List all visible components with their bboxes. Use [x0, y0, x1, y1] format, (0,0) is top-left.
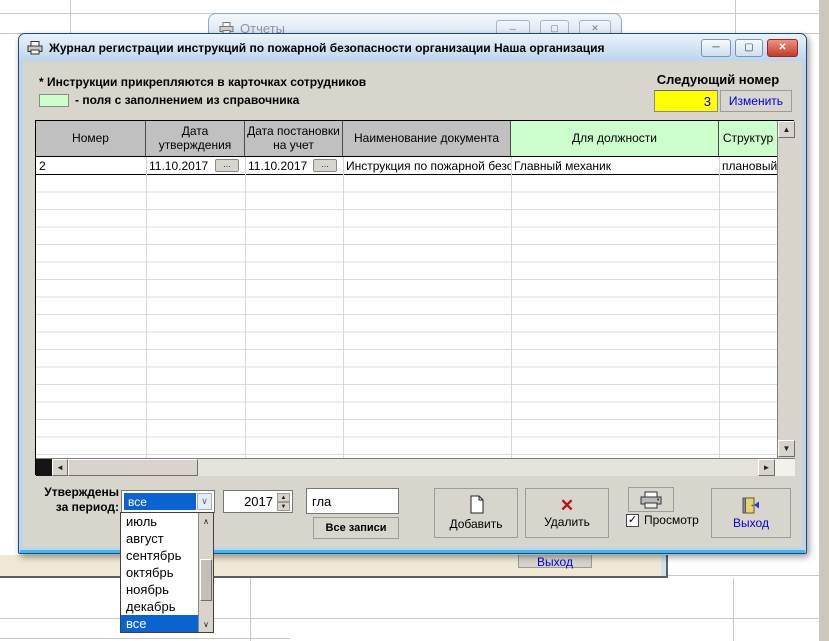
excel-gridline	[70, 0, 71, 33]
column-header-structure: Структур	[719, 121, 777, 157]
table-horizontal-scrollbar[interactable]: ◄ ►	[36, 458, 795, 476]
year-stepper[interactable]: 2017 ▲ ▼	[223, 490, 293, 513]
search-input[interactable]: гла	[306, 488, 399, 514]
period-label-line1: Утверждены	[37, 485, 119, 500]
column-separator	[343, 157, 344, 458]
month-option-selected[interactable]: все	[121, 615, 198, 632]
desktop-right-strip	[819, 0, 829, 641]
dialog-maximize-button[interactable]: ▢	[735, 39, 763, 57]
registry-table: Номер Дата утверждения Дата постановки н…	[35, 120, 794, 475]
month-option[interactable]: сентябрь	[121, 547, 198, 564]
month-option[interactable]: ноябрь	[121, 581, 198, 598]
month-option[interactable]: декабрь	[121, 598, 198, 615]
legend-color-swatch	[39, 94, 69, 107]
excel-gridline	[733, 578, 734, 641]
column-separator	[511, 157, 512, 458]
spin-up-icon[interactable]: ▲	[277, 493, 290, 502]
dialog-app-icon	[27, 41, 43, 55]
add-button-label: Добавить	[449, 517, 502, 531]
scrollbar-corner	[775, 459, 795, 476]
preview-label: Просмотр	[644, 513, 699, 527]
add-button[interactable]: Добавить	[434, 488, 518, 538]
exit-button[interactable]: Выход	[711, 488, 791, 538]
row-indicator-square	[36, 459, 52, 476]
excel-gridline	[735, 0, 736, 33]
excel-gridline	[668, 575, 829, 576]
column-separator	[719, 157, 720, 458]
dialog-title: Журнал регистрации инструкций по пожарно…	[49, 41, 691, 55]
dropdown-scrollbar[interactable]: ∧ ∨	[198, 513, 213, 632]
month-option[interactable]: август	[121, 530, 198, 547]
column-header-register-date: Дата постановки на учет	[245, 121, 343, 157]
column-header-document: Наименование документа	[343, 121, 511, 157]
column-separator	[146, 157, 147, 458]
table-vertical-scrollbar[interactable]: ▲ ▼	[777, 121, 795, 458]
table-row[interactable]: 2 11.10.2017 ... 11.10.2017 ... Инструкц…	[36, 157, 777, 175]
scroll-up-icon[interactable]: ▲	[778, 121, 795, 138]
period-label-line2: за период:	[37, 500, 119, 515]
cell-position: Главный механик	[511, 157, 719, 174]
preview-checkbox[interactable]: ✓	[626, 514, 639, 527]
list-down-icon[interactable]: ∨	[199, 616, 213, 632]
approve-date-picker-button[interactable]: ...	[215, 159, 239, 172]
next-number-label: Следующий номер	[623, 72, 813, 87]
exit-door-icon	[742, 497, 760, 514]
printer-icon	[639, 491, 663, 509]
preview-option[interactable]: ✓ Просмотр	[626, 513, 699, 527]
list-up-icon[interactable]: ∧	[199, 513, 213, 529]
legend-text: - поля с заполнением из справочника	[75, 93, 299, 107]
background-exit-button[interactable]: Выход	[518, 555, 592, 568]
delete-button-label: Удалить	[544, 515, 590, 529]
year-value: 2017	[244, 494, 273, 509]
all-records-button[interactable]: Все записи	[313, 517, 399, 539]
month-dropdown-list: июль август сентябрь октябрь ноябрь дека…	[120, 512, 214, 633]
scroll-left-icon[interactable]: ◄	[52, 459, 68, 476]
excel-gridline	[250, 578, 251, 641]
month-combobox[interactable]: все ∨	[121, 490, 215, 513]
window-border	[661, 555, 666, 576]
new-document-icon	[469, 495, 484, 514]
scroll-down-icon[interactable]: ▼	[778, 440, 795, 457]
delete-x-icon: ✕	[560, 497, 574, 515]
cell-structure: плановый	[719, 157, 777, 174]
desktop-background: Отчеты ─ ▢ ✕ Выход Журнал регистрации ин…	[0, 0, 829, 641]
cell-number: 2	[36, 157, 146, 174]
next-number-value: 3	[654, 90, 718, 112]
column-header-approve-date: Дата утверждения	[146, 121, 245, 157]
dialog-close-button[interactable]: ✕	[767, 39, 798, 57]
note-text: * Инструкции прикрепляются в карточках с…	[39, 75, 366, 89]
hscroll-thumb[interactable]	[68, 459, 198, 476]
spin-down-icon[interactable]: ▼	[277, 502, 290, 511]
cell-document-name: Инструкция по пожарной безопа	[343, 157, 511, 174]
dropdown-scroll-thumb[interactable]	[200, 559, 212, 601]
dialog-minimize-button[interactable]: ─	[701, 39, 731, 57]
delete-button[interactable]: ✕ Удалить	[525, 488, 609, 538]
month-option[interactable]: октябрь	[121, 564, 198, 581]
journal-dialog: Журнал регистрации инструкций по пожарно…	[18, 33, 807, 554]
scroll-right-icon[interactable]: ►	[758, 459, 775, 476]
column-header-number: Номер	[36, 121, 146, 157]
reports-window-client-strip: Выход	[0, 555, 668, 578]
chevron-down-icon[interactable]: ∨	[197, 493, 212, 510]
table-empty-rows	[36, 175, 777, 458]
period-label: Утверждены за период:	[37, 485, 119, 515]
column-header-position: Для должности	[511, 121, 719, 157]
column-separator	[245, 157, 246, 458]
exit-button-label: Выход	[733, 516, 769, 530]
dialog-titlebar[interactable]: Журнал регистрации инструкций по пожарно…	[19, 34, 806, 61]
dialog-client-area: * Инструкции прикрепляются в карточках с…	[23, 61, 802, 547]
print-button[interactable]	[628, 487, 674, 512]
excel-gridline	[0, 638, 290, 639]
month-selected-value: все	[124, 493, 196, 510]
month-option[interactable]: июль	[121, 513, 198, 530]
change-number-button[interactable]: Изменить	[720, 90, 792, 112]
register-date-picker-button[interactable]: ...	[313, 159, 337, 172]
